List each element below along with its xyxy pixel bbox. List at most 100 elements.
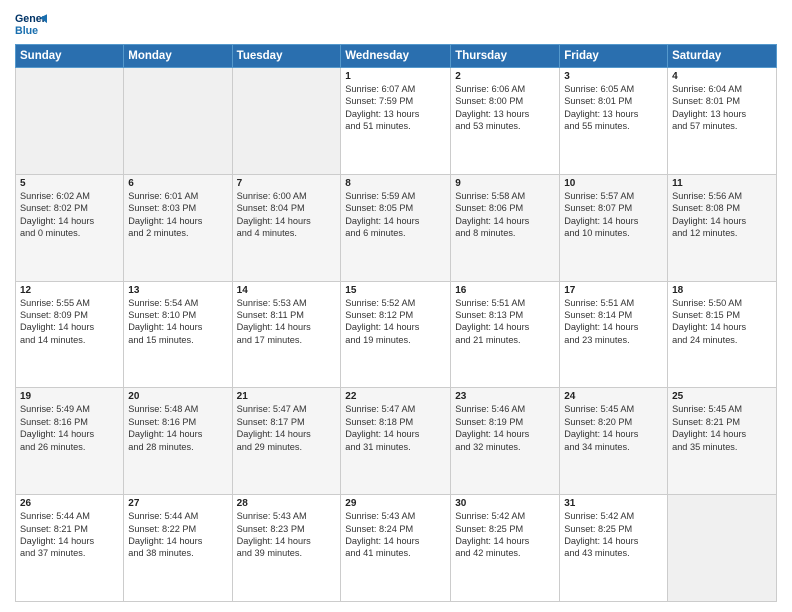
day-cell: 7Sunrise: 6:00 AM Sunset: 8:04 PM Daylig… <box>232 174 341 281</box>
col-header-wednesday: Wednesday <box>341 45 451 68</box>
day-info: Sunrise: 6:01 AM Sunset: 8:03 PM Dayligh… <box>128 190 227 240</box>
day-cell: 17Sunrise: 5:51 AM Sunset: 8:14 PM Dayli… <box>560 281 668 388</box>
day-cell: 22Sunrise: 5:47 AM Sunset: 8:18 PM Dayli… <box>341 388 451 495</box>
day-number: 5 <box>20 178 119 189</box>
day-number: 25 <box>672 391 772 402</box>
day-info: Sunrise: 6:00 AM Sunset: 8:04 PM Dayligh… <box>237 190 337 240</box>
day-number: 14 <box>237 285 337 296</box>
col-header-tuesday: Tuesday <box>232 45 341 68</box>
day-info: Sunrise: 5:49 AM Sunset: 8:16 PM Dayligh… <box>20 403 119 453</box>
day-cell: 30Sunrise: 5:42 AM Sunset: 8:25 PM Dayli… <box>451 495 560 602</box>
day-info: Sunrise: 5:57 AM Sunset: 8:07 PM Dayligh… <box>564 190 663 240</box>
day-cell: 11Sunrise: 5:56 AM Sunset: 8:08 PM Dayli… <box>668 174 777 281</box>
day-number: 13 <box>128 285 227 296</box>
day-info: Sunrise: 5:56 AM Sunset: 8:08 PM Dayligh… <box>672 190 772 240</box>
day-cell: 8Sunrise: 5:59 AM Sunset: 8:05 PM Daylig… <box>341 174 451 281</box>
day-cell <box>232 68 341 175</box>
day-info: Sunrise: 5:43 AM Sunset: 8:24 PM Dayligh… <box>345 510 446 560</box>
day-info: Sunrise: 5:44 AM Sunset: 8:22 PM Dayligh… <box>128 510 227 560</box>
day-number: 1 <box>345 71 446 82</box>
logo: General Blue <box>15 10 47 38</box>
day-info: Sunrise: 5:46 AM Sunset: 8:19 PM Dayligh… <box>455 403 555 453</box>
day-number: 29 <box>345 498 446 509</box>
day-cell: 5Sunrise: 6:02 AM Sunset: 8:02 PM Daylig… <box>16 174 124 281</box>
day-info: Sunrise: 5:43 AM Sunset: 8:23 PM Dayligh… <box>237 510 337 560</box>
day-info: Sunrise: 6:07 AM Sunset: 7:59 PM Dayligh… <box>345 83 446 133</box>
day-number: 8 <box>345 178 446 189</box>
day-info: Sunrise: 5:51 AM Sunset: 8:13 PM Dayligh… <box>455 297 555 347</box>
col-header-friday: Friday <box>560 45 668 68</box>
day-number: 21 <box>237 391 337 402</box>
day-info: Sunrise: 5:55 AM Sunset: 8:09 PM Dayligh… <box>20 297 119 347</box>
logo-icon: General Blue <box>15 10 47 38</box>
day-cell: 13Sunrise: 5:54 AM Sunset: 8:10 PM Dayli… <box>124 281 232 388</box>
week-row-4: 19Sunrise: 5:49 AM Sunset: 8:16 PM Dayli… <box>16 388 777 495</box>
day-cell: 16Sunrise: 5:51 AM Sunset: 8:13 PM Dayli… <box>451 281 560 388</box>
day-cell <box>16 68 124 175</box>
day-number: 6 <box>128 178 227 189</box>
day-cell: 21Sunrise: 5:47 AM Sunset: 8:17 PM Dayli… <box>232 388 341 495</box>
day-cell: 12Sunrise: 5:55 AM Sunset: 8:09 PM Dayli… <box>16 281 124 388</box>
col-header-saturday: Saturday <box>668 45 777 68</box>
day-number: 10 <box>564 178 663 189</box>
day-info: Sunrise: 5:48 AM Sunset: 8:16 PM Dayligh… <box>128 403 227 453</box>
day-cell: 20Sunrise: 5:48 AM Sunset: 8:16 PM Dayli… <box>124 388 232 495</box>
day-number: 28 <box>237 498 337 509</box>
day-cell: 25Sunrise: 5:45 AM Sunset: 8:21 PM Dayli… <box>668 388 777 495</box>
day-cell: 1Sunrise: 6:07 AM Sunset: 7:59 PM Daylig… <box>341 68 451 175</box>
day-info: Sunrise: 5:50 AM Sunset: 8:15 PM Dayligh… <box>672 297 772 347</box>
week-row-1: 1Sunrise: 6:07 AM Sunset: 7:59 PM Daylig… <box>16 68 777 175</box>
week-row-2: 5Sunrise: 6:02 AM Sunset: 8:02 PM Daylig… <box>16 174 777 281</box>
day-info: Sunrise: 5:53 AM Sunset: 8:11 PM Dayligh… <box>237 297 337 347</box>
col-header-monday: Monday <box>124 45 232 68</box>
day-number: 18 <box>672 285 772 296</box>
day-info: Sunrise: 5:42 AM Sunset: 8:25 PM Dayligh… <box>564 510 663 560</box>
day-info: Sunrise: 5:59 AM Sunset: 8:05 PM Dayligh… <box>345 190 446 240</box>
day-cell: 9Sunrise: 5:58 AM Sunset: 8:06 PM Daylig… <box>451 174 560 281</box>
calendar-table: SundayMondayTuesdayWednesdayThursdayFrid… <box>15 44 777 602</box>
day-cell: 19Sunrise: 5:49 AM Sunset: 8:16 PM Dayli… <box>16 388 124 495</box>
day-cell: 6Sunrise: 6:01 AM Sunset: 8:03 PM Daylig… <box>124 174 232 281</box>
day-cell: 28Sunrise: 5:43 AM Sunset: 8:23 PM Dayli… <box>232 495 341 602</box>
day-info: Sunrise: 5:44 AM Sunset: 8:21 PM Dayligh… <box>20 510 119 560</box>
day-cell: 2Sunrise: 6:06 AM Sunset: 8:00 PM Daylig… <box>451 68 560 175</box>
day-info: Sunrise: 5:47 AM Sunset: 8:17 PM Dayligh… <box>237 403 337 453</box>
day-info: Sunrise: 5:45 AM Sunset: 8:20 PM Dayligh… <box>564 403 663 453</box>
day-number: 30 <box>455 498 555 509</box>
day-number: 31 <box>564 498 663 509</box>
day-number: 23 <box>455 391 555 402</box>
week-row-5: 26Sunrise: 5:44 AM Sunset: 8:21 PM Dayli… <box>16 495 777 602</box>
day-cell <box>668 495 777 602</box>
week-row-3: 12Sunrise: 5:55 AM Sunset: 8:09 PM Dayli… <box>16 281 777 388</box>
day-number: 22 <box>345 391 446 402</box>
day-number: 12 <box>20 285 119 296</box>
day-cell <box>124 68 232 175</box>
svg-text:Blue: Blue <box>15 25 38 37</box>
day-info: Sunrise: 6:02 AM Sunset: 8:02 PM Dayligh… <box>20 190 119 240</box>
day-info: Sunrise: 5:45 AM Sunset: 8:21 PM Dayligh… <box>672 403 772 453</box>
day-info: Sunrise: 5:42 AM Sunset: 8:25 PM Dayligh… <box>455 510 555 560</box>
day-number: 9 <box>455 178 555 189</box>
day-number: 19 <box>20 391 119 402</box>
day-info: Sunrise: 5:52 AM Sunset: 8:12 PM Dayligh… <box>345 297 446 347</box>
header: General Blue <box>15 10 777 38</box>
day-cell: 23Sunrise: 5:46 AM Sunset: 8:19 PM Dayli… <box>451 388 560 495</box>
day-info: Sunrise: 5:51 AM Sunset: 8:14 PM Dayligh… <box>564 297 663 347</box>
day-info: Sunrise: 5:58 AM Sunset: 8:06 PM Dayligh… <box>455 190 555 240</box>
day-cell: 24Sunrise: 5:45 AM Sunset: 8:20 PM Dayli… <box>560 388 668 495</box>
day-cell: 26Sunrise: 5:44 AM Sunset: 8:21 PM Dayli… <box>16 495 124 602</box>
day-cell: 3Sunrise: 6:05 AM Sunset: 8:01 PM Daylig… <box>560 68 668 175</box>
day-info: Sunrise: 6:06 AM Sunset: 8:00 PM Dayligh… <box>455 83 555 133</box>
day-number: 15 <box>345 285 446 296</box>
col-header-sunday: Sunday <box>16 45 124 68</box>
day-cell: 10Sunrise: 5:57 AM Sunset: 8:07 PM Dayli… <box>560 174 668 281</box>
day-cell: 29Sunrise: 5:43 AM Sunset: 8:24 PM Dayli… <box>341 495 451 602</box>
day-number: 7 <box>237 178 337 189</box>
day-number: 3 <box>564 71 663 82</box>
day-cell: 4Sunrise: 6:04 AM Sunset: 8:01 PM Daylig… <box>668 68 777 175</box>
day-number: 17 <box>564 285 663 296</box>
day-number: 24 <box>564 391 663 402</box>
header-row: SundayMondayTuesdayWednesdayThursdayFrid… <box>16 45 777 68</box>
day-number: 20 <box>128 391 227 402</box>
day-number: 16 <box>455 285 555 296</box>
